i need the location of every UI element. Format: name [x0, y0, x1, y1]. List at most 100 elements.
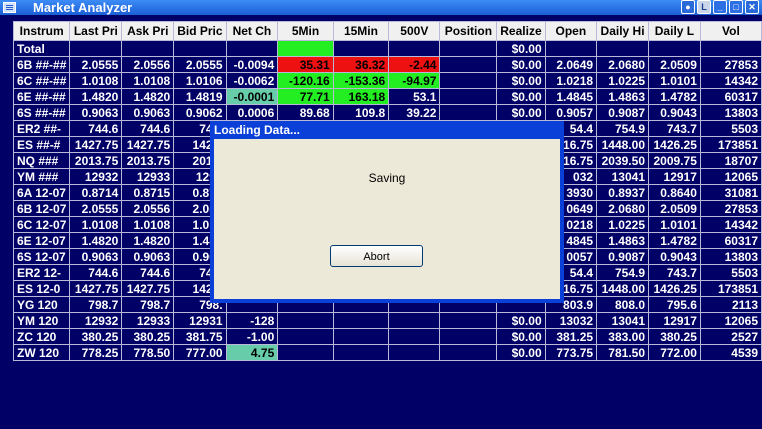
table-row[interactable]: YM 120 12932 12933 12931 -128 $0.00 13032 13041…: [12, 312, 762, 329]
link-letter-button[interactable]: L: [697, 0, 711, 14]
table-cell: 1426.25: [648, 280, 701, 297]
table-cell: 0.9043: [648, 104, 701, 121]
table-cell: 1448.00: [596, 280, 649, 297]
table-cell: [439, 88, 498, 105]
column-header[interactable]: Open: [544, 21, 598, 41]
table-cell: 2.0649: [544, 56, 598, 73]
table-cell: [388, 344, 441, 361]
table-cell: 12917: [648, 312, 701, 329]
link-icon[interactable]: ●: [681, 0, 695, 14]
table-cell: 795.6: [648, 296, 701, 313]
table-cell: 1.0101: [648, 72, 701, 89]
table-cell: 1.0108: [121, 216, 175, 233]
table-cell: 1427.75: [69, 136, 123, 153]
table-cell: 0.8715: [121, 184, 175, 201]
minimize-button[interactable]: _: [713, 0, 727, 14]
table-cell: 12065: [699, 168, 762, 185]
table-cell: 743.7: [648, 264, 701, 281]
table-cell: [388, 40, 441, 57]
table-cell: [388, 312, 441, 329]
instrument-cell: 6E 12-07: [12, 232, 71, 249]
table-row[interactable]: Total $0.00: [12, 40, 762, 57]
maximize-button[interactable]: □: [729, 0, 743, 14]
table-cell: -2.44: [388, 56, 441, 73]
column-header[interactable]: 500V: [388, 21, 441, 41]
table-cell: 781.50: [596, 344, 649, 361]
table-cell: $0.00: [496, 104, 546, 121]
table-cell: 2.0555: [69, 200, 123, 217]
table-cell: [173, 40, 227, 57]
table-cell: [121, 40, 175, 57]
table-cell: 808.0: [596, 296, 649, 313]
table-cell: 1.0225: [596, 72, 649, 89]
table-cell: 53.1: [388, 88, 441, 105]
table-row[interactable]: 6S ##-## 0.9063 0.9063 0.9062 0.0006 89.68 109…: [12, 104, 762, 121]
table-cell: 12917: [648, 168, 701, 185]
column-header[interactable]: Bid Pric: [173, 21, 227, 41]
table-cell: [69, 40, 123, 57]
column-header[interactable]: Position: [439, 21, 498, 41]
table-cell: [332, 328, 390, 345]
table-row[interactable]: ZW 120 778.25 778.50 777.00 4.75 $0.00 773.75 7…: [12, 344, 762, 361]
table-cell: [699, 40, 762, 57]
column-header[interactable]: Instrum: [12, 21, 71, 41]
table-cell: 12933: [121, 168, 175, 185]
table-row[interactable]: 6B ##-## 2.0555 2.0556 2.0555 -0.0094 35.31 36…: [12, 56, 762, 73]
window-title: Market Analyzer: [33, 0, 133, 15]
table-cell: 2013.75: [121, 152, 175, 169]
table-cell: 798.7: [121, 296, 175, 313]
instrument-cell: ES ##-#: [12, 136, 71, 153]
instrument-cell: 6S ##-##: [12, 104, 71, 121]
table-cell: 0.9063: [121, 104, 175, 121]
table-row[interactable]: 6C ##-## 1.0108 1.0108 1.0106 -0.0062 -120.16…: [12, 72, 762, 89]
column-header[interactable]: Last Pri: [69, 21, 123, 41]
abort-button[interactable]: Abort: [330, 245, 423, 267]
table-cell: [439, 56, 498, 73]
table-cell: 754.9: [596, 264, 649, 281]
table-cell: [277, 312, 334, 329]
table-cell: 773.75: [544, 344, 598, 361]
column-header[interactable]: Daily Hi: [596, 21, 649, 41]
table-cell: 1.4820: [69, 88, 123, 105]
table-cell: 1.4845: [544, 88, 598, 105]
window-controls: ● L _ □ ✕: [681, 0, 759, 15]
table-cell: 2.0555: [69, 56, 123, 73]
instrument-cell: 6C 12-07: [12, 216, 71, 233]
column-header[interactable]: Net Ch: [225, 21, 279, 41]
table-cell: 778.50: [121, 344, 175, 361]
column-header[interactable]: 15Min: [332, 21, 390, 41]
instrument-cell: ER2 12-: [12, 264, 71, 281]
table-cell: 1.0218: [544, 72, 598, 89]
table-cell: [439, 328, 498, 345]
column-header[interactable]: 5Min: [277, 21, 334, 41]
column-header[interactable]: Daily L: [648, 21, 701, 41]
table-cell: 39.22: [388, 104, 441, 121]
close-button[interactable]: ✕: [745, 0, 759, 14]
table-cell: [277, 40, 334, 57]
table-row[interactable]: ZC 120 380.25 380.25 381.75 -1.00 $0.00 381.25…: [12, 328, 762, 345]
table-cell: -94.97: [388, 72, 441, 89]
table-cell: $0.00: [496, 40, 546, 57]
column-header[interactable]: Vol: [699, 21, 762, 41]
table-cell: 12933: [121, 312, 175, 329]
column-header[interactable]: Realize: [496, 21, 546, 41]
instrument-cell: NQ ###: [12, 152, 71, 169]
table-cell: 0.0006: [225, 104, 279, 121]
table-cell: -0.0094: [225, 56, 279, 73]
table-cell: 163.18: [332, 88, 390, 105]
table-cell: 2.0556: [121, 200, 175, 217]
table-cell: 798.7: [69, 296, 123, 313]
table-cell: 0.9057: [544, 104, 598, 121]
table-cell: 27853: [699, 200, 762, 217]
table-row[interactable]: 6E ##-## 1.4820 1.4820 1.4819 -0.0001 77.71 16…: [12, 88, 762, 105]
column-header[interactable]: Ask Pri: [121, 21, 175, 41]
table-cell: 0.9043: [648, 248, 701, 265]
table-cell: [439, 104, 498, 121]
table-cell: 0.9062: [173, 104, 227, 121]
table-cell: $0.00: [496, 328, 546, 345]
table-cell: 1.0108: [69, 72, 123, 89]
table-cell: 5503: [699, 120, 762, 137]
table-cell: [439, 344, 498, 361]
table-cell: 60317: [699, 88, 762, 105]
table-cell: -153.36: [332, 72, 390, 89]
